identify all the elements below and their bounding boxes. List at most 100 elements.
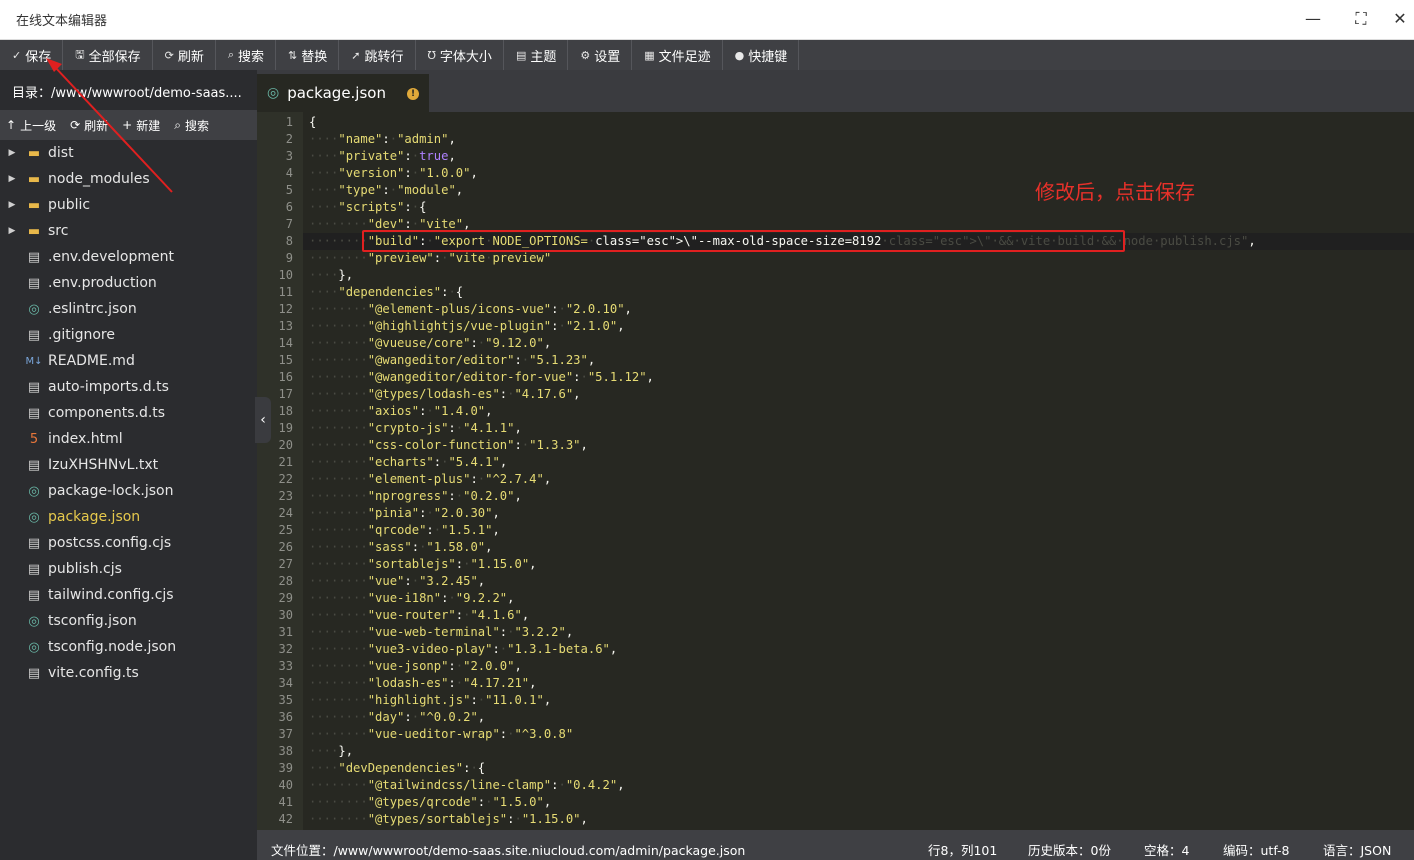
code-line[interactable]: ········"pinia":·"2.0.30", (309, 506, 500, 520)
code-line[interactable]: ········"vue-web-terminal":·"3.2.2", (309, 625, 573, 639)
code-line[interactable]: ········"element-plus":·"^2.7.4", (309, 472, 551, 486)
language-mode[interactable]: 语言：JSON (1323, 840, 1391, 859)
tree-file[interactable]: ▤ publish.cjs (0, 556, 257, 582)
search-button[interactable]: ⌕ 搜索 (216, 40, 277, 70)
code-line[interactable]: ········"highlight.js":·"11.0.1", (309, 693, 551, 707)
code-line[interactable]: ········"crypto-js":·"4.1.1", (309, 421, 522, 435)
sidebar-new-button[interactable]: + 新建 (116, 117, 168, 134)
code-line[interactable]: ········"preview":·"vite·preview" (309, 251, 551, 265)
code-line[interactable]: ········"dev":·"vite", (309, 217, 470, 231)
code-line[interactable]: ········"vue-ueditor-wrap":·"^3.0.8" (309, 727, 573, 741)
font-size-button[interactable]: Ʊ 字体大小 (416, 40, 504, 70)
tree-folder[interactable]: ▶ ▬ node_modules (0, 166, 257, 192)
code-line[interactable]: ········"sortablejs":·"1.15.0", (309, 557, 537, 571)
tree-file[interactable]: ◎ package.json (0, 504, 257, 530)
code-line[interactable]: ········"@wangeditor/editor":·"5.1.23", (309, 353, 595, 367)
line-number: 2 (285, 132, 293, 146)
minimize-icon[interactable]: — (1298, 6, 1328, 32)
window-title: 在线文本编辑器 (16, 14, 108, 29)
code-line[interactable]: ········"nprogress":·"0.2.0", (309, 489, 522, 503)
tree-file[interactable]: ▤ tailwind.config.cjs (0, 582, 257, 608)
code-line[interactable]: ········"@element-plus/icons-vue":·"2.0.… (309, 302, 632, 316)
code-line[interactable]: ····"dependencies":·{ (309, 285, 463, 299)
line-number: 35 (278, 693, 293, 707)
expand-arrow-icon[interactable]: ▶ (0, 200, 24, 210)
history-versions[interactable]: 历史版本：0份 (1028, 840, 1111, 859)
tree-file[interactable]: ▤ .env.production (0, 270, 257, 296)
file-icon: ▤ (27, 457, 41, 473)
save-all-button[interactable]: 🖫 全部保存 (63, 40, 153, 70)
indent-setting[interactable]: 空格：4 (1144, 840, 1189, 859)
code-line[interactable]: ····"private":·true, (309, 149, 456, 163)
code-line[interactable]: ········"@tailwindcss/line-clamp":·"0.4.… (309, 778, 625, 792)
file-history-button[interactable]: ▦ 文件足迹 (632, 40, 723, 70)
code-editor[interactable]: 1 2 3 4 5 6 7 8 9 10 11 12 13 14 15 16 17 18 19 20 21 22 23 24 2… (257, 112, 1414, 830)
cursor-position[interactable]: 行8，列101 (928, 840, 997, 859)
code-line[interactable]: ····"version":·"1.0.0", (309, 166, 478, 180)
save-button[interactable]: ✓ 保存 (0, 40, 64, 70)
collapse-sidebar-button[interactable]: ‹ (255, 397, 271, 443)
shortcuts-button[interactable]: ● 快捷键 (723, 40, 800, 70)
code-line[interactable]: ····"name":·"admin", (309, 132, 456, 146)
code-line[interactable]: ········"vue-i18n":·"9.2.2", (309, 591, 514, 605)
settings-button[interactable]: ⚙ 设置 (568, 40, 633, 70)
code-line[interactable]: { (309, 115, 316, 129)
code-line[interactable]: ········"vue":·"3.2.45", (309, 574, 485, 588)
tree-file[interactable]: ▤ vite.config.ts (0, 660, 257, 686)
encoding-setting[interactable]: 编码：utf-8 (1223, 840, 1290, 859)
tree-file[interactable]: ▤ .env.development (0, 244, 257, 270)
goto-line-button[interactable]: ➚ 跳转行 (339, 40, 416, 70)
code-line[interactable]: ····}, (309, 744, 353, 758)
code-line[interactable]: ········"axios":·"1.4.0", (309, 404, 492, 418)
tree-file[interactable]: ▤ postcss.config.cjs (0, 530, 257, 556)
tree-item-label: tsconfig.json (48, 613, 137, 629)
tree-item-label: README.md (48, 353, 135, 369)
tree-file[interactable]: ▤ components.d.ts (0, 400, 257, 426)
tree-file[interactable]: ▤ IzuXHSHNvL.txt (0, 452, 257, 478)
code-line[interactable]: ········"@types/lodash-es":·"4.17.6", (309, 387, 581, 401)
sidebar-search-label: 搜索 (184, 118, 209, 133)
code-line[interactable]: ········"@highlightjs/vue-plugin":·"2.1.… (309, 319, 625, 333)
tree-file[interactable]: 5 index.html (0, 426, 257, 452)
code-line[interactable]: ········"vue-jsonp":·"2.0.0", (309, 659, 522, 673)
expand-arrow-icon[interactable]: ▶ (0, 226, 24, 236)
code-line[interactable]: ········"qrcode":·"1.5.1", (309, 523, 500, 537)
tree-file[interactable]: ◎ package-lock.json (0, 478, 257, 504)
code-line[interactable]: ········"sass":·"1.58.0", (309, 540, 492, 554)
code-line[interactable]: ········"day":·"^0.0.2", (309, 710, 485, 724)
code-line[interactable]: ····"devDependencies":·{ (309, 761, 485, 775)
tree-file[interactable]: ◎ .eslintrc.json (0, 296, 257, 322)
code-line[interactable]: ········"vue-router":·"4.1.6", (309, 608, 529, 622)
theme-button[interactable]: ▤ 主题 (504, 40, 569, 70)
tree-folder[interactable]: ▶ ▬ src (0, 218, 257, 244)
close-icon[interactable]: ✕ (1390, 6, 1410, 32)
tree-file[interactable]: ▤ auto-imports.d.ts (0, 374, 257, 400)
code-line[interactable]: ········"echarts":·"5.4.1", (309, 455, 507, 469)
sidebar-refresh-button[interactable]: ⟳ 刷新 (64, 117, 116, 134)
sidebar-search-button[interactable]: ⌕ 搜索 (168, 117, 217, 134)
tree-file[interactable]: M↓ README.md (0, 348, 257, 374)
code-line[interactable]: ····}, (309, 268, 353, 282)
code-line[interactable]: ········"@wangeditor/editor-for-vue":·"5… (309, 370, 654, 384)
tree-folder[interactable]: ▶ ▬ public (0, 192, 257, 218)
theme-icon: ▤ (515, 48, 527, 62)
sidebar-parent-button[interactable]: ↑ 上一级 (0, 117, 64, 134)
code-line[interactable]: ········"@types/qrcode":·"1.5.0", (309, 795, 551, 809)
replace-button[interactable]: ⇅ 替换 (276, 40, 340, 70)
expand-arrow-icon[interactable]: ▶ (0, 174, 24, 184)
code-line[interactable]: ········"lodash-es":·"4.17.21", (309, 676, 537, 690)
code-line[interactable]: ········"@vueuse/core":·"9.12.0", (309, 336, 551, 350)
code-line[interactable]: ····"scripts":·{ (309, 200, 426, 214)
refresh-button[interactable]: ⟳ 刷新 (153, 40, 216, 70)
code-line[interactable]: ········"vue3-video-play":·"1.3.1-beta.6… (309, 642, 617, 656)
tab-package-json[interactable]: ◎ package.json ! (257, 74, 429, 112)
code-line[interactable]: ········"css-color-function":·"1.3.3", (309, 438, 588, 452)
tree-file[interactable]: ◎ tsconfig.node.json (0, 634, 257, 660)
maximize-icon[interactable]: ⛶ (1346, 6, 1376, 32)
tree-file[interactable]: ▤ .gitignore (0, 322, 257, 348)
tree-folder[interactable]: ▶ ▬ dist (0, 140, 257, 166)
expand-arrow-icon[interactable]: ▶ (0, 148, 24, 158)
code-line[interactable]: ········"@types/sortablejs":·"1.15.0", (309, 812, 588, 826)
code-line[interactable]: ····"type":·"module", (309, 183, 463, 197)
tree-file[interactable]: ◎ tsconfig.json (0, 608, 257, 634)
